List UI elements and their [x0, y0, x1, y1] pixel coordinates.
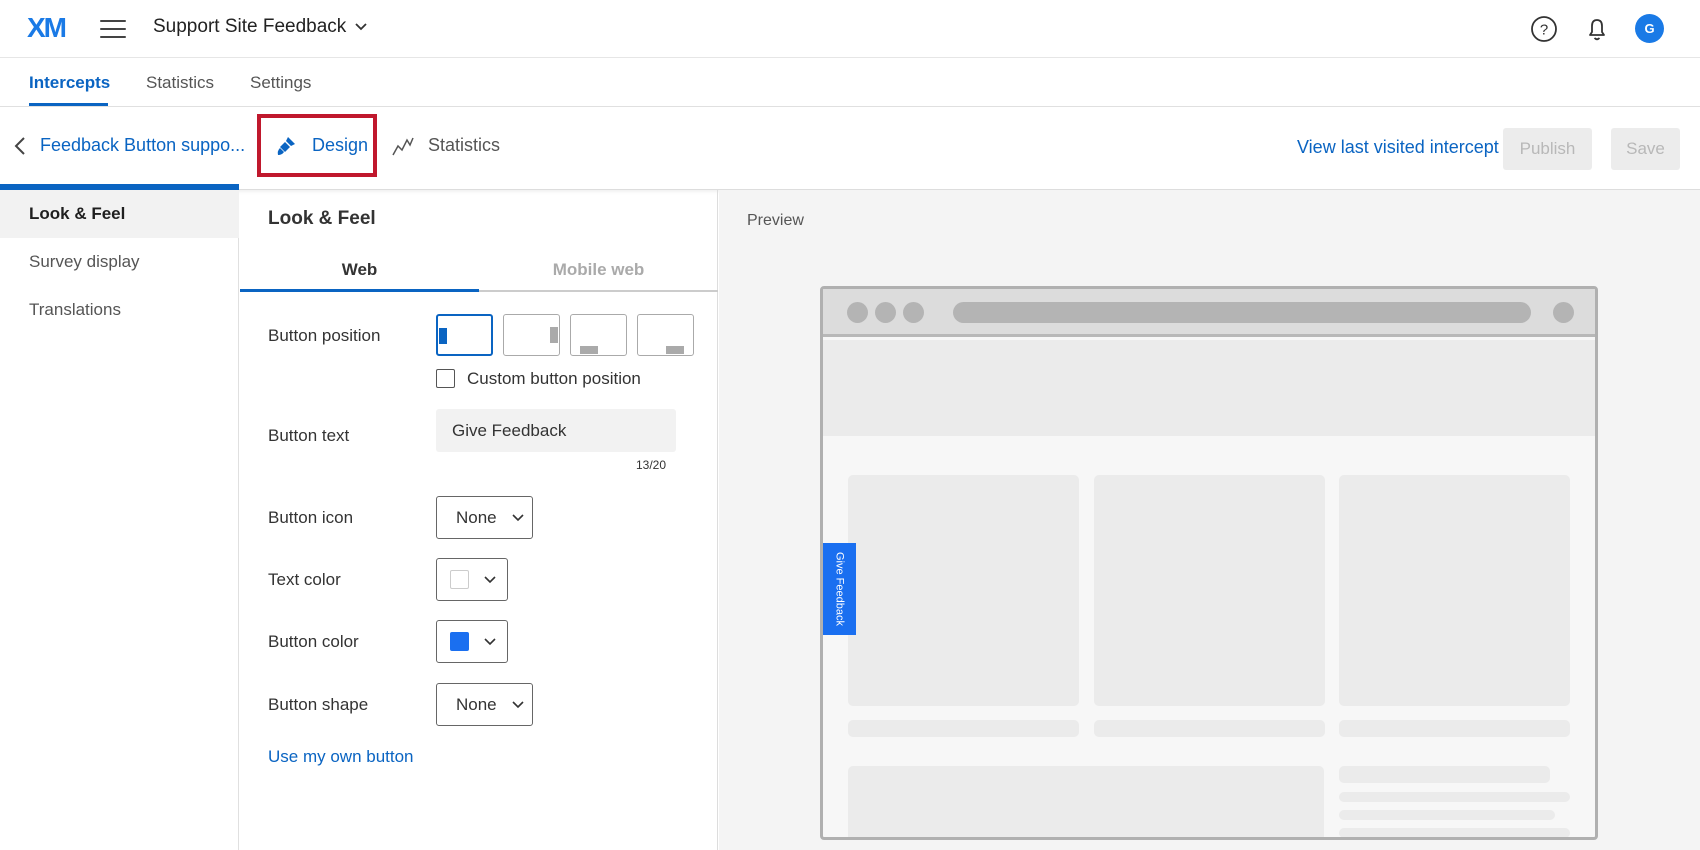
chevron-down-icon	[484, 575, 496, 583]
give-feedback-preview-button: Give Feedback	[823, 543, 856, 635]
statistics-subtab[interactable]: Statistics	[392, 135, 500, 156]
active-web-tab-indicator	[240, 289, 479, 292]
placeholder-line	[1339, 828, 1570, 837]
position-left-option[interactable]	[436, 314, 493, 356]
placeholder-line	[848, 720, 1079, 737]
position-bottom-left-option[interactable]	[570, 314, 627, 356]
tab-statistics[interactable]: Statistics	[146, 73, 214, 93]
placeholder-line	[1339, 720, 1570, 737]
window-dot	[1553, 302, 1574, 323]
give-feedback-preview-text: Give Feedback	[833, 552, 846, 626]
line-chart-icon	[392, 137, 414, 155]
button-text-input[interactable]: Give Feedback	[436, 409, 676, 452]
project-switcher[interactable]: Support Site Feedback	[153, 16, 368, 38]
left-sidebar: Look & Feel Survey display Translations	[0, 190, 239, 850]
help-icon[interactable]: ?	[1529, 14, 1559, 44]
character-count: 13/20	[636, 458, 667, 472]
statistics-subtab-label: Statistics	[428, 135, 501, 155]
placeholder-line	[1094, 720, 1325, 737]
main-tab-bar: Intercepts Statistics Settings	[0, 59, 1700, 107]
window-dot	[903, 302, 924, 323]
publish-button[interactable]: Publish	[1503, 128, 1592, 170]
sidebar-item-survey-display[interactable]: Survey display	[0, 238, 239, 286]
view-last-visited-intercept-link[interactable]: View last visited intercept	[1297, 137, 1499, 158]
back-to-intercept-link[interactable]: Feedback Button suppo...	[14, 135, 245, 156]
position-bottom-right-option[interactable]	[637, 314, 694, 356]
svg-text:?: ?	[1540, 22, 1548, 39]
paint-brush-icon	[277, 136, 295, 155]
design-tab[interactable]: Design	[257, 114, 377, 177]
placeholder-line	[1339, 766, 1550, 783]
tab-mobile-web[interactable]: Mobile web	[479, 260, 718, 280]
chevron-down-icon	[512, 513, 524, 521]
browser-chrome	[823, 289, 1595, 337]
button-color-swatch	[450, 632, 469, 651]
button-color-picker[interactable]	[436, 620, 508, 663]
tab-settings[interactable]: Settings	[250, 73, 311, 93]
sub-header: Feedback Button suppo... Design Statisti…	[0, 107, 1700, 190]
design-tab-label: Design	[312, 135, 369, 155]
look-and-feel-panel: Look & Feel Web Mobile web Button positi…	[240, 190, 718, 850]
placeholder-card	[848, 475, 1079, 706]
tab-intercepts[interactable]: Intercepts	[29, 73, 110, 93]
notification-bell-icon[interactable]	[1582, 14, 1612, 44]
text-color-label: Text color	[268, 570, 341, 589]
sidebar-item-translations[interactable]: Translations	[0, 286, 239, 334]
tab-web[interactable]: Web	[240, 260, 479, 280]
save-button[interactable]: Save	[1611, 128, 1680, 170]
top-bar: XM Support Site Feedback ? G	[0, 0, 1700, 58]
chevron-down-icon	[355, 23, 367, 31]
button-icon-value: None	[456, 507, 497, 527]
button-icon-dropdown[interactable]: None	[436, 496, 533, 539]
button-text-label: Button text	[268, 426, 350, 445]
window-dot	[847, 302, 868, 323]
placeholder-hero	[823, 340, 1595, 436]
placeholder-card	[1339, 475, 1570, 706]
button-position-label: Button position	[268, 326, 381, 345]
project-title: Support Site Feedback	[153, 16, 347, 37]
custom-position-checkbox[interactable]	[436, 369, 455, 388]
button-shape-label: Button shape	[268, 695, 369, 714]
custom-position-label: Custom button position	[467, 369, 641, 388]
button-shape-value: None	[456, 694, 497, 714]
use-my-own-button-link[interactable]: Use my own button	[268, 747, 414, 767]
user-avatar[interactable]: G	[1635, 14, 1664, 43]
button-color-label: Button color	[268, 632, 359, 651]
browser-mockup: Give Feedback	[820, 286, 1598, 840]
preview-label: Preview	[747, 212, 804, 229]
intercept-name: Feedback Button suppo...	[40, 135, 246, 155]
address-bar	[953, 302, 1531, 323]
panel-title: Look & Feel	[268, 208, 376, 229]
placeholder-line	[1339, 792, 1570, 802]
preview-area: Preview Give Feedback	[719, 190, 1700, 850]
placeholder-card	[1094, 475, 1325, 706]
xm-logo[interactable]: XM	[27, 12, 67, 44]
menu-icon[interactable]	[100, 18, 126, 40]
chevron-left-icon	[14, 136, 25, 155]
chevron-down-icon	[484, 637, 496, 645]
placeholder-line	[1339, 810, 1555, 820]
button-icon-label: Button icon	[268, 508, 354, 527]
text-color-swatch	[450, 570, 469, 589]
position-right-option[interactable]	[503, 314, 560, 356]
text-color-picker[interactable]	[436, 558, 508, 601]
active-tab-indicator	[29, 103, 108, 106]
sidebar-item-look-and-feel[interactable]: Look & Feel	[0, 190, 239, 238]
button-shape-dropdown[interactable]: None	[436, 683, 533, 726]
window-dot	[875, 302, 896, 323]
chevron-down-icon	[512, 700, 524, 708]
placeholder-block	[848, 766, 1324, 837]
